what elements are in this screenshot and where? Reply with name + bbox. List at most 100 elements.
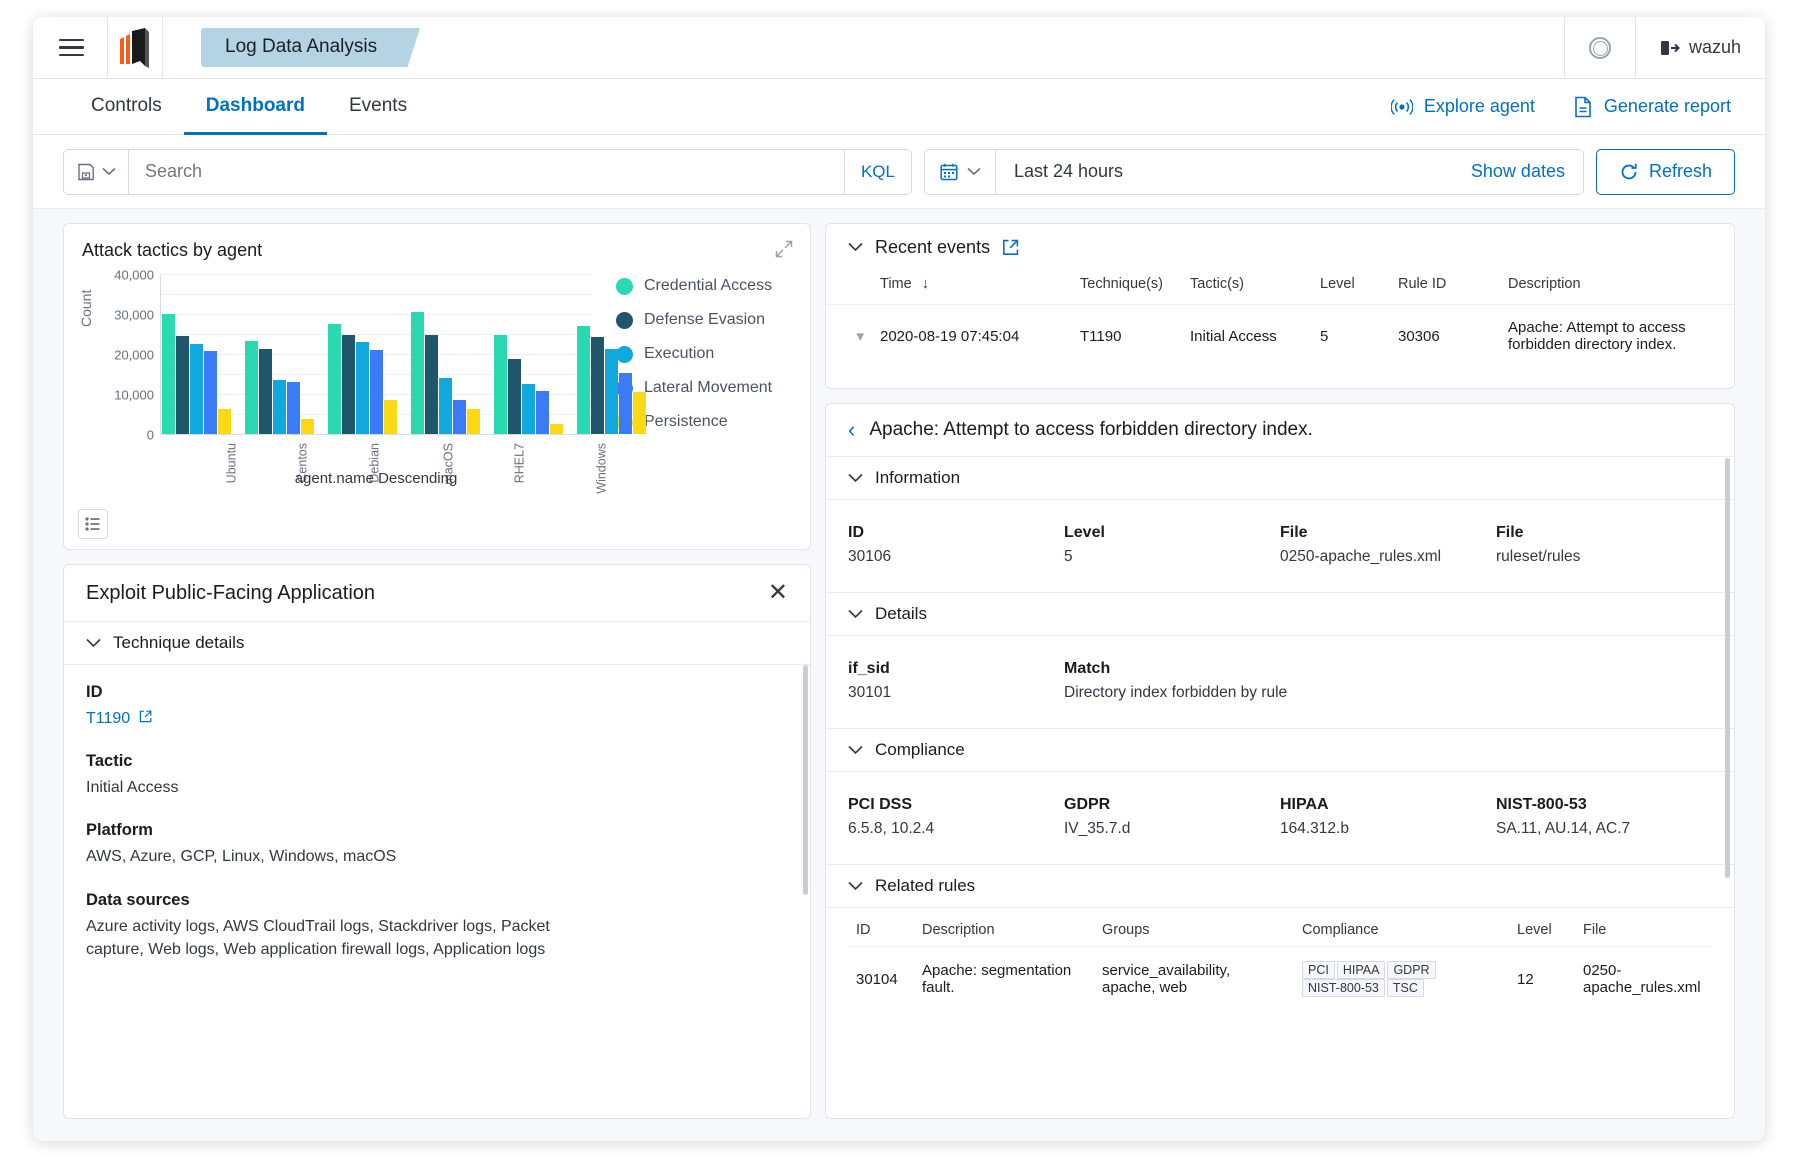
bar[interactable]	[591, 337, 604, 434]
bar[interactable]	[176, 336, 189, 434]
col-technique[interactable]: Technique(s)	[1072, 270, 1182, 305]
bar[interactable]	[439, 378, 452, 434]
bar[interactable]	[411, 312, 424, 434]
information-accordion[interactable]: Information	[826, 456, 1734, 500]
document-icon	[1573, 96, 1593, 118]
tab-events[interactable]: Events	[327, 79, 429, 135]
chevron-down-icon	[102, 167, 116, 176]
rr-col-id[interactable]: ID	[848, 914, 914, 947]
col-tactic[interactable]: Tactic(s)	[1182, 270, 1312, 305]
gdpr-value[interactable]: IV_35.7.d	[1064, 820, 1280, 838]
tab-controls[interactable]: Controls	[69, 79, 184, 135]
bar[interactable]	[190, 344, 203, 434]
rr-col-compliance[interactable]: Compliance	[1294, 914, 1509, 947]
external-link-icon[interactable]	[1002, 239, 1019, 256]
user-menu[interactable]: wazuh	[1635, 17, 1765, 79]
info-path-value[interactable]: ruleset/rules	[1496, 548, 1712, 566]
compliance-accordion[interactable]: Compliance	[826, 728, 1734, 772]
wazuh-logo-icon[interactable]	[107, 17, 163, 79]
bar[interactable]	[301, 419, 314, 435]
bar[interactable]	[384, 400, 397, 434]
bar[interactable]	[356, 342, 369, 434]
bar[interactable]	[162, 314, 175, 434]
date-range-value[interactable]: Last 24 hours	[996, 161, 1141, 182]
show-dates-button[interactable]: Show dates	[1453, 161, 1583, 182]
col-ruleid[interactable]: Rule ID	[1390, 270, 1500, 305]
close-icon[interactable]: ✕	[768, 581, 788, 605]
bar[interactable]	[287, 382, 300, 434]
bar[interactable]	[273, 380, 286, 434]
bar[interactable]	[467, 409, 480, 434]
kql-toggle[interactable]: KQL	[844, 150, 911, 194]
ring-icon[interactable]	[1564, 17, 1635, 79]
bar[interactable]	[633, 392, 646, 434]
explore-agent-button[interactable]: Explore agent	[1391, 96, 1535, 117]
chevron-left-icon[interactable]: ‹	[848, 417, 855, 443]
col-description[interactable]: Description	[1500, 270, 1734, 305]
compliance-gdpr: GDPR IV_35.7.d	[1064, 796, 1280, 838]
info-file-value[interactable]: 0250-apache_rules.xml	[1280, 548, 1496, 566]
bar[interactable]	[342, 335, 355, 434]
bar[interactable]	[522, 384, 535, 434]
bar[interactable]	[218, 409, 231, 434]
refresh-button[interactable]: Refresh	[1596, 149, 1735, 195]
bar[interactable]	[494, 335, 507, 434]
col-level[interactable]: Level	[1312, 270, 1390, 305]
rr-cell-id[interactable]: 30104	[848, 947, 914, 1012]
technique-id-link[interactable]: T1190	[86, 710, 130, 727]
details-label: Details	[875, 604, 927, 624]
pci-value[interactable]: 6.5.8, 10.2.4	[848, 820, 1064, 838]
saved-query-button[interactable]	[64, 150, 129, 194]
bar[interactable]	[370, 350, 383, 434]
rr-cell-file[interactable]: 0250-apache_rules.xml	[1575, 947, 1712, 1012]
info-level-value[interactable]: 5	[1064, 548, 1280, 566]
bar[interactable]	[508, 359, 521, 434]
bar[interactable]	[204, 351, 217, 434]
cell-ruleid[interactable]: 30306	[1390, 305, 1500, 368]
bar[interactable]	[425, 335, 438, 434]
bar[interactable]	[550, 424, 563, 434]
rr-col-groups[interactable]: Groups	[1094, 914, 1294, 947]
bar[interactable]	[619, 373, 632, 434]
y-axis-title: Count	[78, 290, 94, 327]
rule-detail-scrollbar[interactable]	[1725, 458, 1730, 878]
bar[interactable]	[328, 324, 341, 434]
hamburger-icon[interactable]	[43, 39, 99, 56]
technique-details-accordion[interactable]: Technique details	[64, 621, 810, 665]
tab-dashboard[interactable]: Dashboard	[184, 79, 327, 135]
bar[interactable]	[605, 349, 618, 434]
legend-list-icon[interactable]	[78, 509, 108, 539]
hipaa-value[interactable]: 164.312.b	[1280, 820, 1496, 838]
bar-groups	[162, 275, 592, 434]
rr-col-file[interactable]: File	[1575, 914, 1712, 947]
table-row[interactable]: ▾ 2020-08-19 07:45:04 T1190 Initial Acce…	[826, 305, 1734, 368]
nist-value[interactable]: SA.11, AU.14, AC.7	[1496, 820, 1712, 838]
bar-group	[577, 275, 660, 434]
chart-area: Count 010,00020,00030,00040,000 UbuntuCe…	[82, 267, 792, 477]
refresh-icon	[1619, 162, 1639, 182]
rr-col-level[interactable]: Level	[1509, 914, 1575, 947]
expand-row-icon[interactable]: ▾	[856, 328, 864, 345]
chevron-down-icon	[848, 745, 863, 755]
chevron-down-icon	[967, 167, 981, 176]
bar[interactable]	[453, 400, 466, 434]
cell-technique[interactable]: T1190	[1072, 305, 1182, 368]
bar[interactable]	[536, 391, 549, 434]
generate-report-button[interactable]: Generate report	[1573, 96, 1731, 118]
technique-scrollbar[interactable]	[803, 665, 808, 895]
bar-group	[162, 275, 245, 434]
expand-icon[interactable]	[774, 239, 794, 264]
col-time[interactable]: Time ↓	[872, 270, 1072, 305]
table-row[interactable]: 30104 Apache: segmentation fault. servic…	[848, 947, 1712, 1012]
related-rules-accordion[interactable]: Related rules	[826, 864, 1734, 908]
recent-events-header[interactable]: Recent events	[826, 224, 1734, 270]
details-accordion[interactable]: Details	[826, 592, 1734, 636]
date-picker-button[interactable]	[925, 150, 996, 194]
search-input[interactable]	[129, 161, 844, 182]
bar[interactable]	[245, 341, 258, 434]
calendar-icon	[939, 162, 959, 182]
bar[interactable]	[259, 349, 272, 434]
top-navigation-bar: Log Data Analysis wazuh	[33, 17, 1765, 79]
rr-col-description[interactable]: Description	[914, 914, 1094, 947]
bar[interactable]	[577, 326, 590, 434]
